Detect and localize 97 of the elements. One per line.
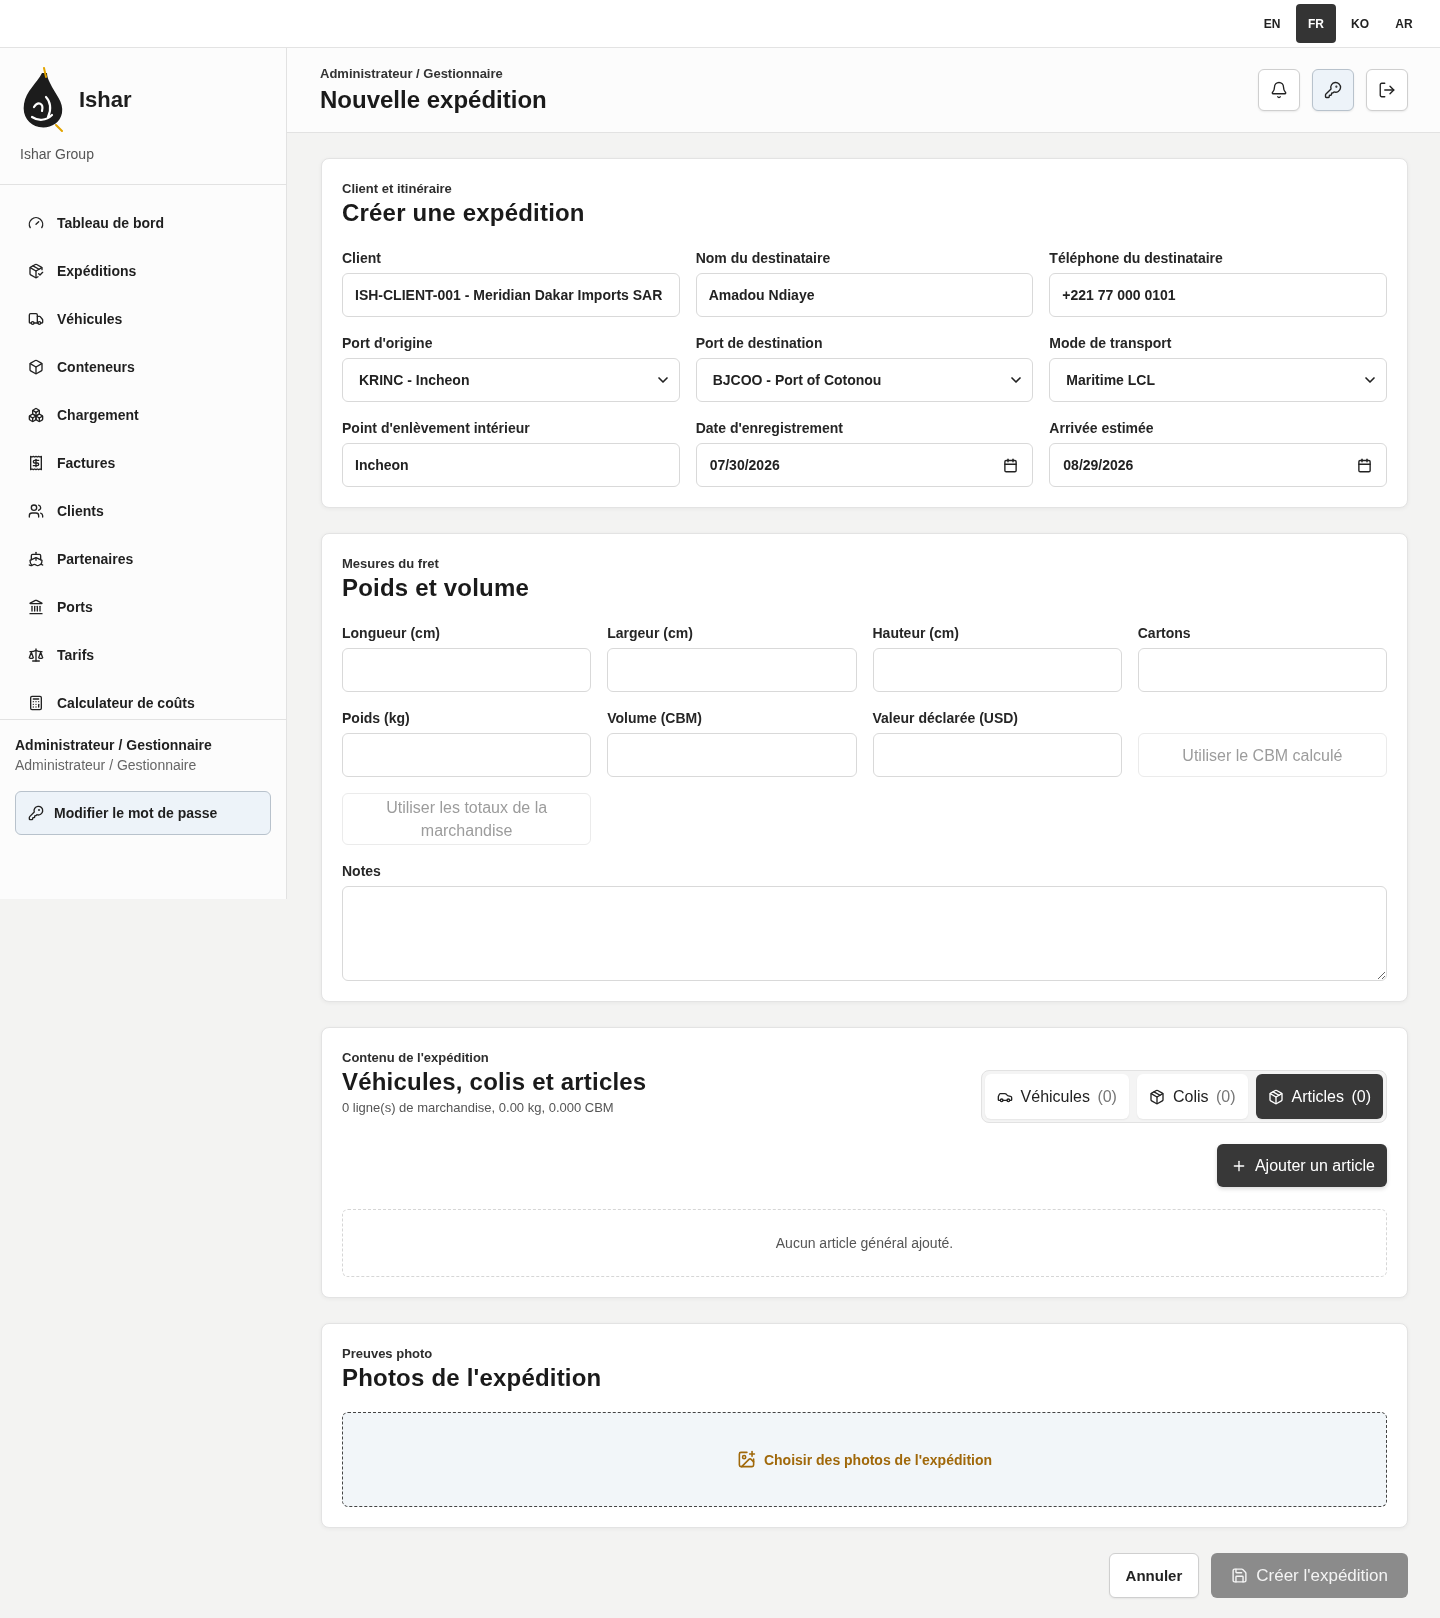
empty-message: Aucun article général ajouté. xyxy=(342,1209,1387,1277)
date-field[interactable]: 07/30/2026 xyxy=(695,443,1034,487)
notes-field[interactable] xyxy=(342,886,1387,981)
nav-item[interactable]: Tableau de bord xyxy=(12,207,274,239)
box-icon xyxy=(28,359,44,375)
field-label: Port de destination xyxy=(695,334,824,353)
field-label: Mode de transport xyxy=(1049,334,1173,353)
field-label: Volume (CBM) xyxy=(607,709,703,728)
field-label: Largeur (cm) xyxy=(607,624,694,643)
package-icon xyxy=(1148,1088,1165,1105)
input-field[interactable]: Incheon xyxy=(342,443,680,487)
logout-button[interactable] xyxy=(1366,69,1408,111)
input-field[interactable] xyxy=(872,733,1122,777)
input-field[interactable]: Amadou Ndiaye xyxy=(695,273,1034,317)
tab[interactable]: Véhicules (0) xyxy=(984,1074,1129,1119)
key-icon xyxy=(1324,81,1342,99)
input-field[interactable] xyxy=(607,733,857,777)
nav-item[interactable]: Chargement xyxy=(12,399,274,431)
field-label: Hauteur (cm) xyxy=(872,624,960,643)
company-name: Ishar Group xyxy=(20,145,95,163)
key-icon xyxy=(28,805,44,821)
calendar-icon xyxy=(1003,457,1019,473)
field-label: Client xyxy=(342,249,382,268)
tab[interactable]: Colis (0) xyxy=(1136,1074,1248,1119)
nav-item[interactable]: Tarifs xyxy=(12,639,274,671)
section-title: Véhicules, colis et articles xyxy=(342,1067,647,1097)
landmark-icon xyxy=(28,599,44,615)
input-field[interactable] xyxy=(342,733,592,777)
language-button[interactable]: FR xyxy=(1296,4,1336,43)
user-role: Administrateur / Gestionnaire xyxy=(15,756,198,775)
nav-item[interactable]: Conteneurs xyxy=(12,351,274,383)
nav-item[interactable]: Calculateur de coûts xyxy=(12,687,274,719)
field-label: Longueur (cm) xyxy=(342,624,441,643)
nav-item[interactable]: Factures xyxy=(12,447,274,479)
field-label: Valeur déclarée (USD) xyxy=(872,709,1019,728)
change-password-button[interactable]: Modifier le mot de passe xyxy=(15,791,271,835)
user-name: Administrateur / Gestionnaire xyxy=(15,736,213,755)
section-eyebrow: Preuves photo xyxy=(342,1345,434,1363)
date-field[interactable]: 08/29/2026 xyxy=(1049,443,1387,487)
package-icon xyxy=(1267,1088,1284,1105)
field-label: Notes xyxy=(342,862,382,881)
boxes-icon xyxy=(28,407,44,423)
ship-icon xyxy=(28,551,44,567)
field-label: Date d'enregistrement xyxy=(695,419,844,438)
upload-link[interactable]: Choisir des photos de l'expédition xyxy=(736,1450,993,1469)
field-label: Nom du destinataire xyxy=(695,249,832,268)
input-field[interactable]: +221 77 000 0101 xyxy=(1049,273,1387,317)
password-button[interactable] xyxy=(1312,69,1354,111)
notifications-button[interactable] xyxy=(1258,69,1300,111)
tab[interactable]: Articles (0) xyxy=(1255,1074,1383,1119)
nav-item[interactable]: Véhicules xyxy=(12,303,274,335)
field-label: Arrivée estimée xyxy=(1049,419,1155,438)
section-title: Photos de l'expédition xyxy=(342,1363,603,1393)
nav-item[interactable]: Partenaires xyxy=(12,543,274,575)
input-field[interactable]: ISH-CLIENT-001 - Meridian Dakar Imports SAR xyxy=(342,273,680,317)
section-eyebrow: Contenu de l'expédition xyxy=(342,1049,490,1067)
language-button[interactable]: EN xyxy=(1252,4,1292,43)
input-field[interactable] xyxy=(1137,648,1387,692)
field-label: Port d'origine xyxy=(342,334,434,353)
package-check-icon xyxy=(28,263,44,279)
save-icon xyxy=(1231,1567,1249,1584)
truck-icon xyxy=(28,311,44,327)
add-button[interactable]: Ajouter un article xyxy=(1216,1144,1387,1187)
calculator-icon xyxy=(28,695,44,711)
field-label: Cartons xyxy=(1137,624,1192,643)
input-field[interactable] xyxy=(872,648,1122,692)
language-button[interactable]: KO xyxy=(1340,4,1380,43)
users-icon xyxy=(28,503,44,519)
field-label: Point d'enlèvement intérieur xyxy=(342,419,531,438)
section-title: Créer une expédition xyxy=(342,198,586,228)
receipt-icon xyxy=(28,455,44,471)
logout-icon xyxy=(1378,81,1396,99)
section-title: Poids et volume xyxy=(342,573,531,603)
field-label: Poids (kg) xyxy=(342,709,411,728)
nav-item[interactable]: Expéditions xyxy=(12,255,274,287)
section-eyebrow: Client et itinéraire xyxy=(342,180,453,198)
scale-icon xyxy=(28,647,44,663)
select-field[interactable]: Maritime LCL xyxy=(1049,358,1387,402)
nav-item[interactable]: Clients xyxy=(12,495,274,527)
language-button[interactable]: AR xyxy=(1384,4,1424,43)
field-label: Téléphone du destinataire xyxy=(1049,249,1224,268)
nav-item[interactable]: Ports xyxy=(12,591,274,623)
select-field[interactable]: KRINC - Incheon xyxy=(342,358,680,402)
section-eyebrow: Mesures du fret xyxy=(342,555,440,573)
upload-dropzone[interactable]: Choisir des photos de l'expédition xyxy=(342,1412,1387,1507)
select-field[interactable]: BJCOO - Port of Cotonou xyxy=(695,358,1034,402)
summary-text: 0 ligne(s) de marchandise, 0.00 kg, 0.000 CBM xyxy=(342,1099,615,1117)
breadcrumb: Administrateur / Gestionnaire xyxy=(320,65,504,83)
brand-name: Ishar xyxy=(79,86,132,113)
input-field[interactable] xyxy=(607,648,857,692)
cancel-button[interactable]: Annuler xyxy=(1108,1553,1200,1598)
image-plus-icon xyxy=(736,1450,756,1469)
input-field[interactable] xyxy=(342,648,592,692)
bell-icon xyxy=(1270,81,1288,99)
page-title: Nouvelle expédition xyxy=(320,85,547,115)
gauge-icon xyxy=(28,215,44,231)
calendar-icon xyxy=(1357,457,1372,473)
